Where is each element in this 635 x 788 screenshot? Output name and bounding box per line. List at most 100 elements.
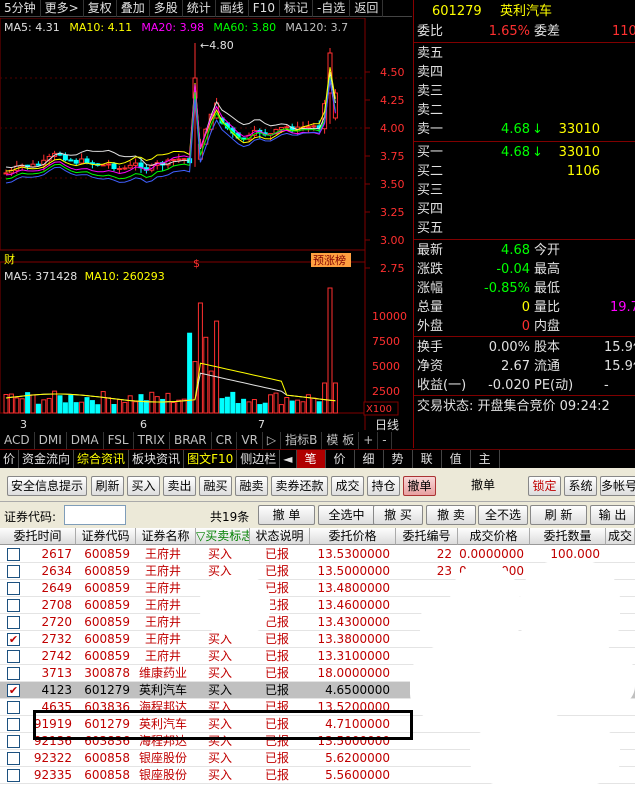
table-row[interactable]: 2617 600859 王府井 买入 已报 13.5300000 22 0.0000000 10…	[0, 546, 635, 563]
bottom-tab[interactable]: 侧边栏	[237, 450, 281, 468]
row-checkbox[interactable]	[7, 701, 20, 714]
indicator-tab[interactable]: -	[378, 432, 392, 449]
bottom-tab[interactable]: 联	[413, 450, 442, 468]
code-input[interactable]	[64, 505, 126, 525]
toolbar-item[interactable]: 5分钟	[0, 0, 41, 17]
indicator-tab[interactable]: BRAR	[170, 432, 212, 449]
row-checkbox[interactable]	[7, 616, 20, 629]
toolbar-item[interactable]: 标记	[280, 0, 313, 17]
indicator-tab[interactable]: ACD	[0, 432, 35, 449]
row-checkbox[interactable]: ✔	[7, 684, 20, 697]
bottom-tab[interactable]: 笔	[296, 450, 326, 468]
bottom-tab[interactable]: 主	[471, 450, 500, 468]
trade-button[interactable]: 撤单	[403, 476, 436, 496]
trade-button[interactable]: 系统	[564, 476, 597, 496]
row-checkbox[interactable]	[7, 565, 20, 578]
candle-body	[127, 164, 133, 169]
toolbar-item[interactable]: 多股	[150, 0, 183, 17]
toolbar-item[interactable]: 叠加	[117, 0, 150, 17]
cell-side: 买入	[207, 547, 232, 561]
order-op-button[interactable]: 撤 单	[258, 505, 315, 525]
bottom-tab[interactable]: 势	[384, 450, 413, 468]
row-checkbox[interactable]	[7, 769, 20, 782]
trade-button[interactable]: 撤单	[463, 476, 503, 496]
row-checkbox[interactable]: ✔	[7, 633, 20, 646]
trade-button[interactable]: 多帐号	[600, 476, 635, 496]
trade-button[interactable]: 融卖	[235, 476, 268, 496]
toolbar-item[interactable]: 更多>	[41, 0, 84, 17]
indicator-tab[interactable]: +	[359, 432, 379, 449]
candle-body	[122, 167, 128, 170]
trade-button[interactable]: 成交	[331, 476, 364, 496]
kline-svg[interactable]: MA5: 4.31 MA10: 4.11 MA20: 3.98 MA60: 3.80 M…	[0, 17, 412, 448]
row-checkbox[interactable]	[7, 650, 20, 663]
volume-bar	[230, 391, 236, 414]
order-op-button[interactable]: 输 出	[590, 505, 635, 525]
row-checkbox[interactable]	[7, 548, 20, 561]
cell-time: 2742	[41, 649, 72, 663]
column-header[interactable]: 证券名称	[136, 528, 196, 545]
bottom-tab[interactable]: 值	[442, 450, 471, 468]
column-header[interactable]: 委托数量	[530, 528, 606, 545]
volume-bar	[122, 401, 128, 414]
chart-toolbar: 5分钟 更多> 复权 叠加 多股 统计 画线 F10 标记 -自选 返回	[0, 0, 412, 17]
indicator-tab[interactable]: DMA	[67, 432, 104, 449]
trade-button[interactable]: 卖券还款	[271, 476, 328, 496]
toolbar-item[interactable]: 复权	[84, 0, 117, 17]
bottom-tab[interactable]: 综合资讯	[74, 450, 130, 468]
column-header[interactable]: ▽买卖标志	[196, 528, 250, 545]
column-header[interactable]: 成交价格	[458, 528, 530, 545]
indicator-tab[interactable]: 指标B	[281, 432, 323, 449]
row-checkbox[interactable]	[7, 718, 20, 731]
weicha-value: 110	[612, 24, 635, 39]
indicator-tab[interactable]: TRIX	[134, 432, 171, 449]
trade-button[interactable]: 买入	[127, 476, 160, 496]
column-header[interactable]: 委托时间	[0, 528, 76, 545]
bottom-tab[interactable]: 图文F10	[184, 450, 238, 468]
row-checkbox[interactable]	[7, 752, 20, 765]
order-op-button[interactable]: 撤 卖	[426, 505, 476, 525]
trade-button[interactable]: 持仓	[367, 476, 400, 496]
indicator-tab[interactable]: FSL	[104, 432, 134, 449]
column-header[interactable]: 委托价格	[310, 528, 396, 545]
column-header[interactable]: 证券代码	[76, 528, 136, 545]
vol-unit: X100	[366, 404, 392, 415]
column-header[interactable]: 委托编号	[396, 528, 458, 545]
row-checkbox[interactable]	[7, 667, 20, 680]
volume-bar	[170, 402, 176, 414]
trade-button[interactable]: 卖出	[163, 476, 196, 496]
column-header[interactable]: 状态说明	[250, 528, 310, 545]
toolbar-item[interactable]: 统计	[183, 0, 216, 17]
trade-button[interactable]: 刷新	[91, 476, 124, 496]
indicator-tab[interactable]: ▷	[263, 432, 282, 449]
bottom-tab[interactable]: ◄	[280, 450, 297, 468]
bottom-tab[interactable]: 资金流向	[19, 450, 75, 468]
order-op-button[interactable]: 撤 买	[373, 505, 423, 525]
obscured-area	[470, 720, 620, 788]
order-op-button[interactable]: 刷 新	[530, 505, 587, 525]
cell-side: 买入	[207, 683, 232, 697]
row-checkbox[interactable]	[7, 735, 20, 748]
order-op-button[interactable]: 全选中	[318, 505, 375, 525]
bottom-tab[interactable]: 价	[326, 450, 355, 468]
toolbar-item[interactable]: F10	[249, 0, 280, 17]
bottom-tab[interactable]: 板块资讯	[129, 450, 185, 468]
kline-chart[interactable]: MA5: 4.31 MA10: 4.11 MA20: 3.98 MA60: 3.80 M…	[0, 17, 412, 448]
column-header[interactable]: 成交	[606, 528, 635, 545]
trade-button[interactable]: 安全信息提示	[7, 476, 87, 496]
indicator-tab[interactable]: DMI	[35, 432, 67, 449]
candle-body	[68, 159, 74, 162]
indicator-tab[interactable]: 模 板	[322, 432, 360, 449]
row-checkbox[interactable]	[7, 582, 20, 595]
indicator-tab[interactable]: CR	[212, 432, 238, 449]
toolbar-item[interactable]: 画线	[216, 0, 249, 17]
toolbar-item[interactable]: -自选	[313, 0, 351, 17]
bottom-tab[interactable]: 细	[355, 450, 384, 468]
indicator-tab[interactable]: VR	[237, 432, 263, 449]
bottom-tab[interactable]: 价	[0, 450, 20, 468]
trade-button[interactable]: 融买	[199, 476, 232, 496]
order-op-button[interactable]: 全不选	[478, 505, 528, 525]
toolbar-item[interactable]: 返回	[350, 0, 384, 17]
row-checkbox[interactable]	[7, 599, 20, 612]
trade-button[interactable]: 锁定	[528, 476, 561, 496]
